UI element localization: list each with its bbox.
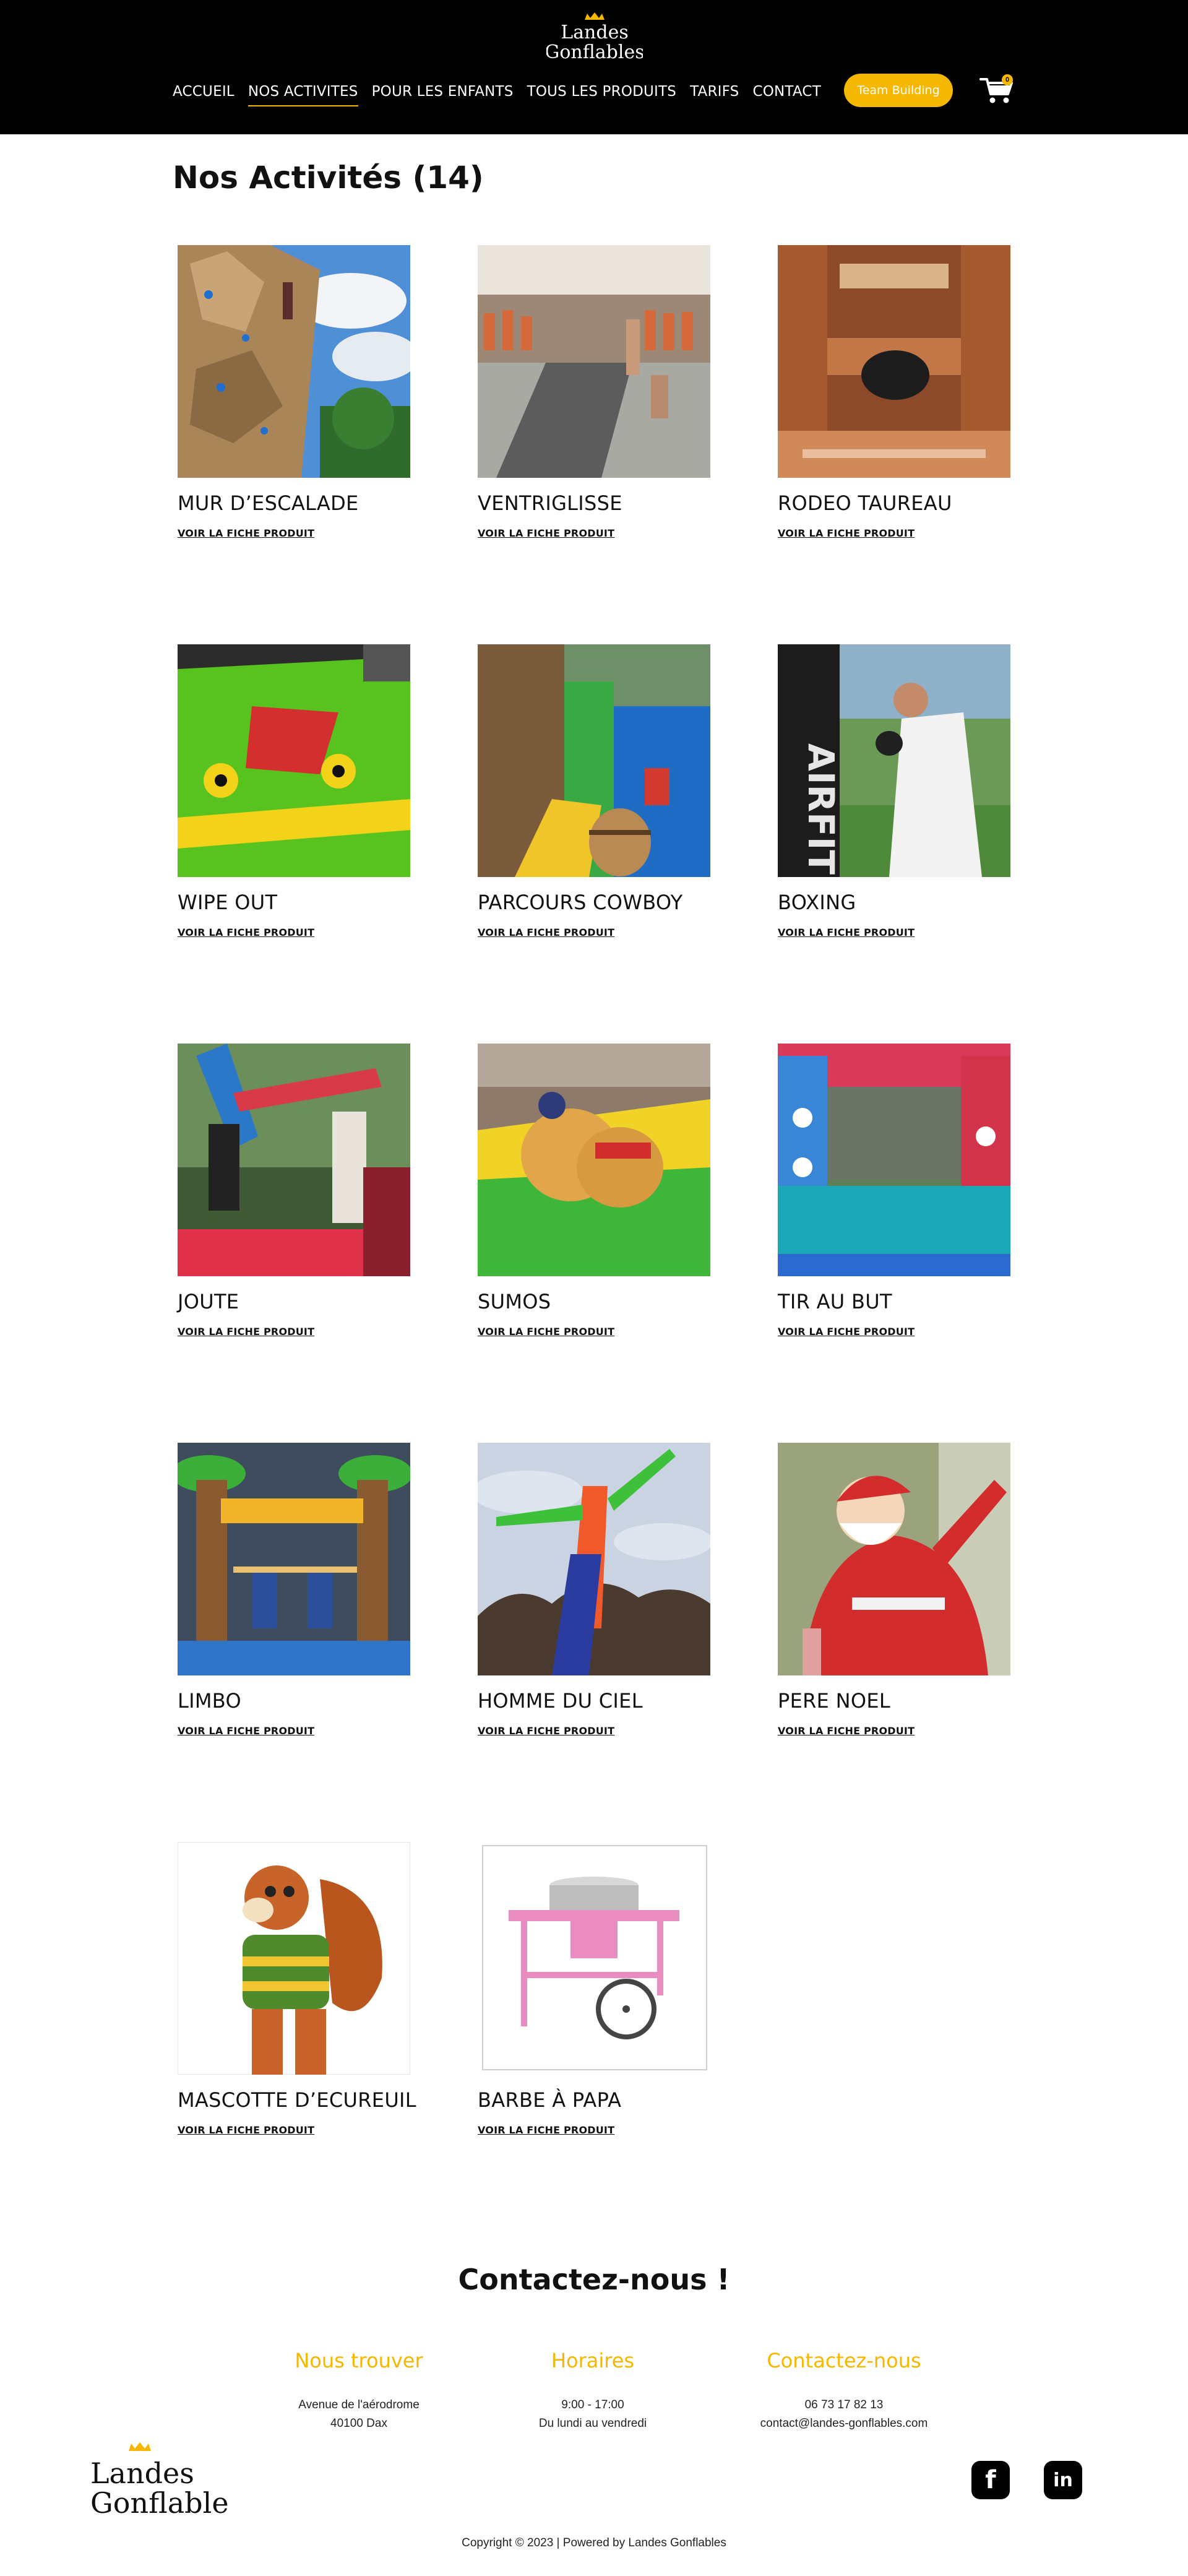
- product-image-wipe-out[interactable]: [178, 644, 410, 877]
- product-card: WIPE OUT VOIR LA FICHE PRODUIT: [178, 644, 413, 939]
- footer-logo-text-line-1: Landes: [90, 2457, 194, 2490]
- contact-heading-hours: Horaires: [551, 2349, 635, 2372]
- logo-text-line-1: Landes: [561, 22, 628, 43]
- product-image-mascotte-ecureuil[interactable]: [178, 1842, 410, 2075]
- product-image-joute[interactable]: [178, 1044, 410, 1276]
- nav-pour-les-enfants[interactable]: POUR LES ENFANTS: [372, 84, 514, 100]
- main-nav: ACCUEIL NOS ACTIVITES POUR LES ENFANTS T…: [173, 79, 835, 106]
- hours-line-2: Du lundi au vendredi: [538, 2417, 647, 2430]
- product-card: LIMBO VOIR LA FICHE PRODUIT: [178, 1443, 413, 1737]
- product-link[interactable]: VOIR LA FICHE PRODUIT: [778, 527, 915, 539]
- contact-col-address: Nous trouver Avenue de l'aérodrome 40100…: [260, 2349, 458, 2433]
- product-link[interactable]: VOIR LA FICHE PRODUIT: [778, 1326, 915, 1338]
- contact-col-contact: Contactez-nous 06 73 17 82 13 contact@la…: [745, 2349, 943, 2433]
- facebook-link[interactable]: f: [971, 2461, 1010, 2499]
- address-line-1: Avenue de l'aérodrome: [298, 2398, 420, 2411]
- product-link[interactable]: VOIR LA FICHE PRODUIT: [178, 927, 314, 938]
- crown-icon: [585, 12, 605, 20]
- product-card: TIR AU BUT VOIR LA FICHE PRODUIT: [778, 1044, 1013, 1338]
- product-title: LIMBO: [178, 1689, 241, 1713]
- product-link[interactable]: VOIR LA FICHE PRODUIT: [178, 2124, 314, 2136]
- footer-logo[interactable]: Landes Gonflables: [87, 2440, 229, 2520]
- product-link[interactable]: VOIR LA FICHE PRODUIT: [478, 927, 614, 938]
- nav-tarifs[interactable]: TARIFS: [690, 84, 739, 100]
- product-card: VENTRIGLISSE VOIR LA FICHE PRODUIT: [478, 245, 713, 540]
- product-title: RODEO TAUREAU: [778, 491, 952, 515]
- product-card: PERE NOEL VOIR LA FICHE PRODUIT: [778, 1443, 1013, 1737]
- product-link[interactable]: VOIR LA FICHE PRODUIT: [478, 2124, 614, 2136]
- product-image-sumos[interactable]: [478, 1044, 710, 1276]
- product-image-pere-noel[interactable]: [778, 1443, 1010, 1675]
- product-image-limbo[interactable]: [178, 1443, 410, 1675]
- linkedin-link[interactable]: in: [1044, 2461, 1082, 2499]
- page-title: Nos Activités (14): [173, 160, 484, 196]
- landes-gonflables-logo[interactable]: Landes Gonflables: [546, 11, 643, 64]
- product-image-climbing-wall[interactable]: [178, 245, 410, 478]
- product-link[interactable]: VOIR LA FICHE PRODUIT: [178, 527, 314, 539]
- team-building-button[interactable]: Team Building: [844, 74, 953, 107]
- logo-text-line-2: Gonflables: [546, 41, 643, 63]
- nav-accueil[interactable]: ACCUEIL: [173, 84, 235, 100]
- product-title: PERE NOEL: [778, 1689, 891, 1713]
- product-card: MASCOTTE D’ECUREUIL VOIR LA FICHE PRODUI…: [178, 1842, 416, 2137]
- cart-button[interactable]: 0: [979, 74, 1015, 105]
- product-image-boxing[interactable]: AIRFIT: [778, 644, 1010, 877]
- product-title: MASCOTTE D’ECUREUIL: [178, 2088, 416, 2112]
- footer-logo-text-line-2: Gonflables: [90, 2486, 229, 2520]
- product-title: BARBE À PAPA: [478, 2088, 622, 2112]
- product-link[interactable]: VOIR LA FICHE PRODUIT: [178, 1326, 314, 1338]
- product-card: RODEO TAUREAU VOIR LA FICHE PRODUIT: [778, 245, 1013, 540]
- product-card: MUR D’ESCALADE VOIR LA FICHE PRODUIT: [178, 245, 413, 540]
- contact-heading-contact: Contactez-nous: [767, 2349, 921, 2372]
- linkedin-icon: in: [1053, 2469, 1073, 2491]
- product-link[interactable]: VOIR LA FICHE PRODUIT: [478, 527, 614, 539]
- nav-tous-les-produits[interactable]: TOUS LES PRODUITS: [527, 84, 677, 100]
- product-title: HOMME DU CIEL: [478, 1689, 643, 1713]
- product-card: SUMOS VOIR LA FICHE PRODUIT: [478, 1044, 713, 1338]
- contact-heading-address: Nous trouver: [295, 2349, 423, 2372]
- product-link[interactable]: VOIR LA FICHE PRODUIT: [178, 1725, 314, 1737]
- product-title: WIPE OUT: [178, 891, 278, 914]
- email-address[interactable]: contact@landes-gonflables.com: [745, 2414, 943, 2433]
- product-link[interactable]: VOIR LA FICHE PRODUIT: [778, 927, 915, 938]
- nav-nos-activites[interactable]: NOS ACTIVITES: [248, 84, 358, 106]
- product-card: PARCOURS COWBOY VOIR LA FICHE PRODUIT: [478, 644, 713, 939]
- product-image-ventriglisse[interactable]: [478, 245, 710, 478]
- product-link[interactable]: VOIR LA FICHE PRODUIT: [478, 1725, 614, 1737]
- product-title: MUR D’ESCALADE: [178, 491, 359, 515]
- hours-line-1: 9:00 - 17:00: [561, 2398, 624, 2411]
- product-title: PARCOURS COWBOY: [478, 891, 683, 914]
- phone-number[interactable]: 06 73 17 82 13: [745, 2396, 943, 2414]
- site-header: Landes Gonflables ACCUEIL NOS ACTIVITES …: [0, 0, 1188, 134]
- contact-col-hours: Horaires 9:00 - 17:00 Du lundi au vendre…: [494, 2349, 692, 2433]
- product-card: HOMME DU CIEL VOIR LA FICHE PRODUIT: [478, 1443, 713, 1737]
- product-image-homme-du-ciel[interactable]: [478, 1443, 710, 1675]
- product-card: BARBE À PAPA VOIR LA FICHE PRODUIT: [478, 1842, 713, 2137]
- cart-count-badge: 0: [1002, 74, 1013, 85]
- product-link[interactable]: VOIR LA FICHE PRODUIT: [478, 1326, 614, 1338]
- product-image-barbe-a-papa[interactable]: [478, 1842, 710, 2075]
- bag-brand-text: AIRFIT: [800, 743, 842, 875]
- copyright: Copyright © 2023 | Powered by Landes Gon…: [462, 2536, 726, 2549]
- contact-title: Contactez-nous !: [458, 2263, 730, 2296]
- product-title: JOUTE: [178, 1290, 239, 1313]
- product-card: JOUTE VOIR LA FICHE PRODUIT: [178, 1044, 413, 1338]
- nav-contact[interactable]: CONTACT: [752, 84, 820, 100]
- product-title: VENTRIGLISSE: [478, 491, 622, 515]
- product-title: TIR AU BUT: [778, 1290, 892, 1313]
- product-title: SUMOS: [478, 1290, 551, 1313]
- product-link[interactable]: VOIR LA FICHE PRODUIT: [778, 1725, 915, 1737]
- address-line-2: 40100 Dax: [330, 2417, 387, 2430]
- product-card: AIRFIT BOXING VOIR LA FICHE PRODUIT: [778, 644, 1013, 939]
- product-image-parcours-cowboy[interactable]: [478, 644, 710, 877]
- product-image-rodeo-bull[interactable]: [778, 245, 1010, 478]
- product-image-tir-au-but[interactable]: [778, 1044, 1010, 1276]
- crown-icon: [129, 2442, 151, 2451]
- product-title: BOXING: [778, 891, 856, 914]
- facebook-icon: f: [985, 2466, 996, 2494]
